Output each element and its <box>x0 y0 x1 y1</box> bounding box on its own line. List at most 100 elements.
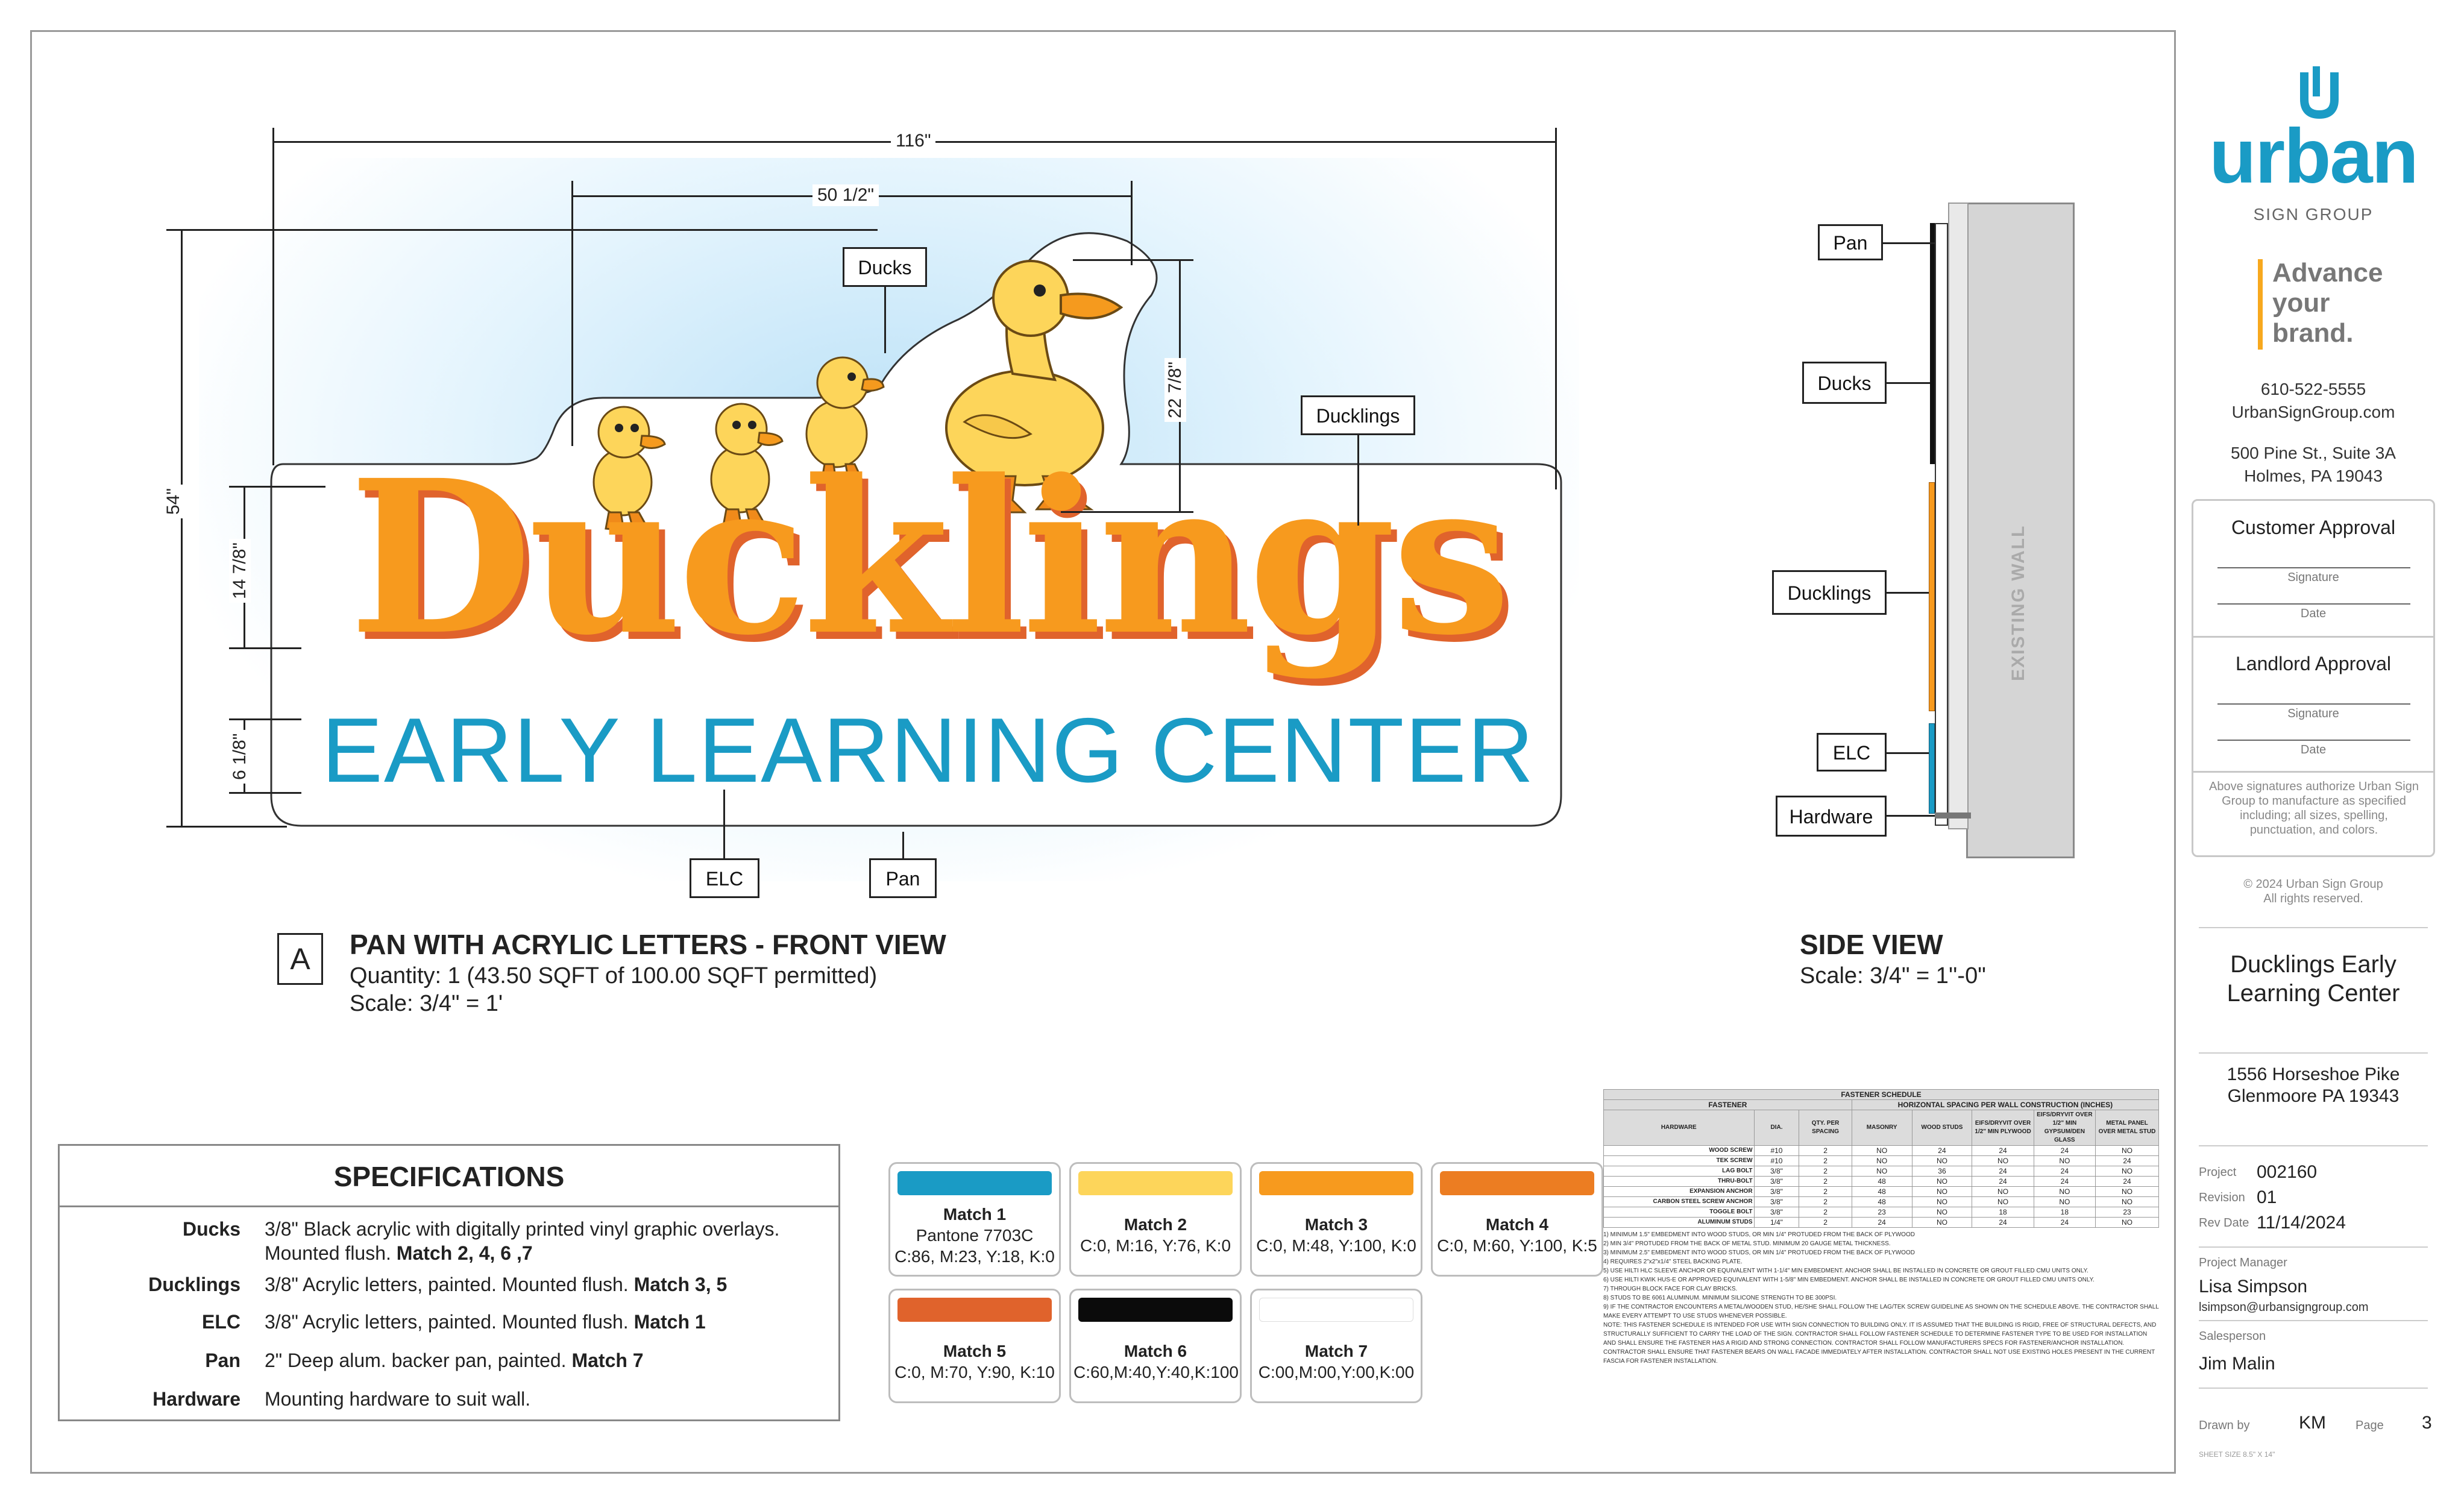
swatch-color-bar <box>1440 1171 1594 1195</box>
fastener-note: NOTE: THIS FASTENER SCHEDULE IS INTENDED… <box>1603 1322 2157 1365</box>
tagline-line: brand. <box>2272 318 2354 348</box>
spec-value: 3/8" Acrylic letters, painted. Mounted f… <box>265 1272 819 1296</box>
fastener-cell: NO <box>1972 1155 2034 1166</box>
fastener-cell: 24 <box>2033 1176 2096 1187</box>
swatch-name: Match 2 <box>1124 1215 1187 1234</box>
side-callout-elc: ELC <box>1817 733 1887 772</box>
spec-text: 3/8" Black acrylic with digitally printe… <box>265 1218 780 1240</box>
project-label: Project <box>2199 1166 2237 1179</box>
spec-match: Match 1 <box>633 1311 706 1333</box>
swatch-text: Match 6 C:60,M:40,Y:40,K:100 <box>1073 1327 1239 1397</box>
fastener-cell: 48 <box>1851 1176 1912 1187</box>
front-view-quantity: Quantity: 1 (43.50 SQFT of 100.00 SQFT p… <box>350 963 878 988</box>
swatch-name: Match 4 <box>1485 1215 1549 1234</box>
fastener-cell: 24 <box>2095 1155 2159 1166</box>
swatch-value: C:0, M:16, Y:76, K:0 <box>1080 1236 1231 1255</box>
spec-key: Ducklings <box>148 1274 240 1295</box>
fastener-cell: NO <box>1972 1186 2034 1197</box>
swatch-name: Match 7 <box>1304 1342 1368 1360</box>
dim-116-tick-left <box>272 128 274 465</box>
fastener-title: FASTENER SCHEDULE <box>1603 1089 2159 1100</box>
fastener-cell: THRU-BOLT <box>1603 1176 1755 1187</box>
revision-label: Revision <box>2199 1191 2245 1204</box>
spec-text: Mounting hardware to suit wall. <box>265 1388 531 1410</box>
fastener-note: 3) MINIMUM 2.5" EMBEDMENT INTO WOOD STUD… <box>1603 1249 1915 1256</box>
callout-ducklings-leader <box>1357 435 1359 526</box>
rev-date-value: 11/14/2024 <box>2257 1213 2346 1233</box>
fastener-rows: WOOD SCREW #10 2 NO 24 24 24 NO TEK SCREW #10 2 NO N… <box>1603 1145 2159 1228</box>
urban-logo-mark-icon <box>2300 66 2339 119</box>
fastener-cell: EXPANSION ANCHOR <box>1603 1186 1755 1197</box>
spec-text: Mounted flush. <box>265 1242 397 1264</box>
sales-name: Jim Malin <box>2199 1354 2275 1374</box>
sidebar-rule <box>2199 1320 2428 1321</box>
customer-approval-title: Customer Approval <box>2231 517 2396 538</box>
project-address1: 1556 Horseshoe Pike <box>2227 1064 2400 1084</box>
sidebar-rule <box>2199 1246 2428 1248</box>
landlord-date-line[interactable] <box>2217 740 2410 741</box>
wall-label: EXISTING WALL <box>2008 524 2028 681</box>
spec-text: 3/8" Acrylic letters, painted. Mounted f… <box>265 1311 634 1333</box>
customer-date-line[interactable] <box>2217 603 2410 605</box>
fastener-cell: WOOD SCREW <box>1603 1145 1755 1156</box>
sidebar-rule <box>2199 1145 2428 1146</box>
fastener-cell: NO <box>2033 1155 2096 1166</box>
landlord-approval-title: Landlord Approval <box>2236 653 2391 674</box>
sign-ducklings-text: Ducklings <box>349 433 1511 682</box>
side-callout-ducklings: Ducklings <box>1772 570 1887 615</box>
sign-elc-text: EARLY LEARNING CENTER <box>321 699 1535 802</box>
rev-date-label: Rev Date <box>2199 1216 2249 1230</box>
customer-signature-line[interactable] <box>2217 567 2410 568</box>
swatch-match-7: Match 7 C:00,M:00,Y:00,K:00 <box>1250 1289 1422 1403</box>
fastener-cell: 24 <box>2033 1166 2096 1177</box>
side-callout-ducks-leader <box>1887 382 1930 384</box>
fastener-cell: NO <box>1851 1145 1912 1156</box>
dim-2278-label: 22 7/8" <box>1164 357 1186 422</box>
fastener-row: ALUMINUM STUDS 1/4" 2 24 NO 24 24 NO <box>1603 1217 2159 1228</box>
fastener-cell: 24 <box>1972 1217 2034 1228</box>
fastener-cell: LAG BOLT <box>1603 1166 1755 1177</box>
approval-divider <box>2193 636 2433 638</box>
fastener-cell: 2 <box>1799 1217 1852 1228</box>
side-callout-pan: Pan <box>1818 224 1883 260</box>
callout-ducks: Ducks <box>843 247 927 287</box>
callout-ducks-leader <box>884 287 886 353</box>
fastener-column-header: HARDWARE <box>1603 1110 1755 1146</box>
pm-name: Lisa Simpson <box>2199 1277 2308 1296</box>
fastener-cell: NO <box>1851 1155 1912 1166</box>
fastener-cell: 18 <box>2033 1207 2096 1218</box>
dim-618-label: 6 1/8" <box>229 729 251 784</box>
callout-elc-leader <box>723 790 725 858</box>
swatch-value: C:0, M:60, Y:100, K:5 <box>1437 1236 1597 1255</box>
swatch-text: Match 5 C:0, M:70, Y:90, K:10 <box>893 1327 1057 1397</box>
dim-618-tick-bottom <box>229 792 301 794</box>
landlord-signature-line[interactable] <box>2217 703 2410 705</box>
swatch-value: Pantone 7703C <box>916 1225 1034 1245</box>
fastener-cell: 48 <box>1851 1196 1912 1207</box>
company-phone: 610-522-5555 <box>2260 380 2366 398</box>
fastener-cell: CARBON STEEL SCREW ANCHOR <box>1603 1196 1755 1207</box>
swatch-match-1: Match 1 Pantone 7703C C:86, M:23, Y:18, … <box>888 1162 1061 1277</box>
pm-email: lsimpson@urbansigngroup.com <box>2199 1301 2369 1314</box>
spacing-group-header: HORIZONTAL SPACING PER WALL CONSTRUCTION… <box>1851 1099 2160 1110</box>
fastener-cell: #10 <box>1753 1155 1800 1166</box>
page-number: 3 <box>2422 1413 2432 1433</box>
swatch-color-bar <box>1078 1171 1233 1195</box>
swatch-text: Match 7 C:00,M:00,Y:00,K:00 <box>1254 1327 1418 1397</box>
dim-50-tick-right <box>1131 181 1133 265</box>
view-letter-box: A <box>277 933 323 985</box>
copyright-line2: All rights reserved. <box>2263 892 2363 905</box>
fastener-cell: NO <box>2095 1186 2159 1197</box>
side-callout-hardware-leader <box>1887 815 1935 817</box>
fastener-cell: 3/8" <box>1753 1207 1800 1218</box>
sidebar-rule <box>2199 927 2428 928</box>
fastener-group-header: FASTENER <box>1603 1099 1852 1110</box>
spec-key: ELC <box>202 1311 240 1333</box>
swatch-color-bar <box>1259 1171 1413 1195</box>
spec-key: Hardware <box>152 1388 240 1410</box>
specifications-table: SPECIFICATIONS Ducks 3/8" Black acrylic … <box>58 1144 840 1421</box>
fastener-cell: NO <box>1911 1196 1973 1207</box>
side-hardware <box>1935 812 1971 819</box>
callout-pan-leader <box>902 832 904 858</box>
callout-pan: Pan <box>869 858 937 898</box>
